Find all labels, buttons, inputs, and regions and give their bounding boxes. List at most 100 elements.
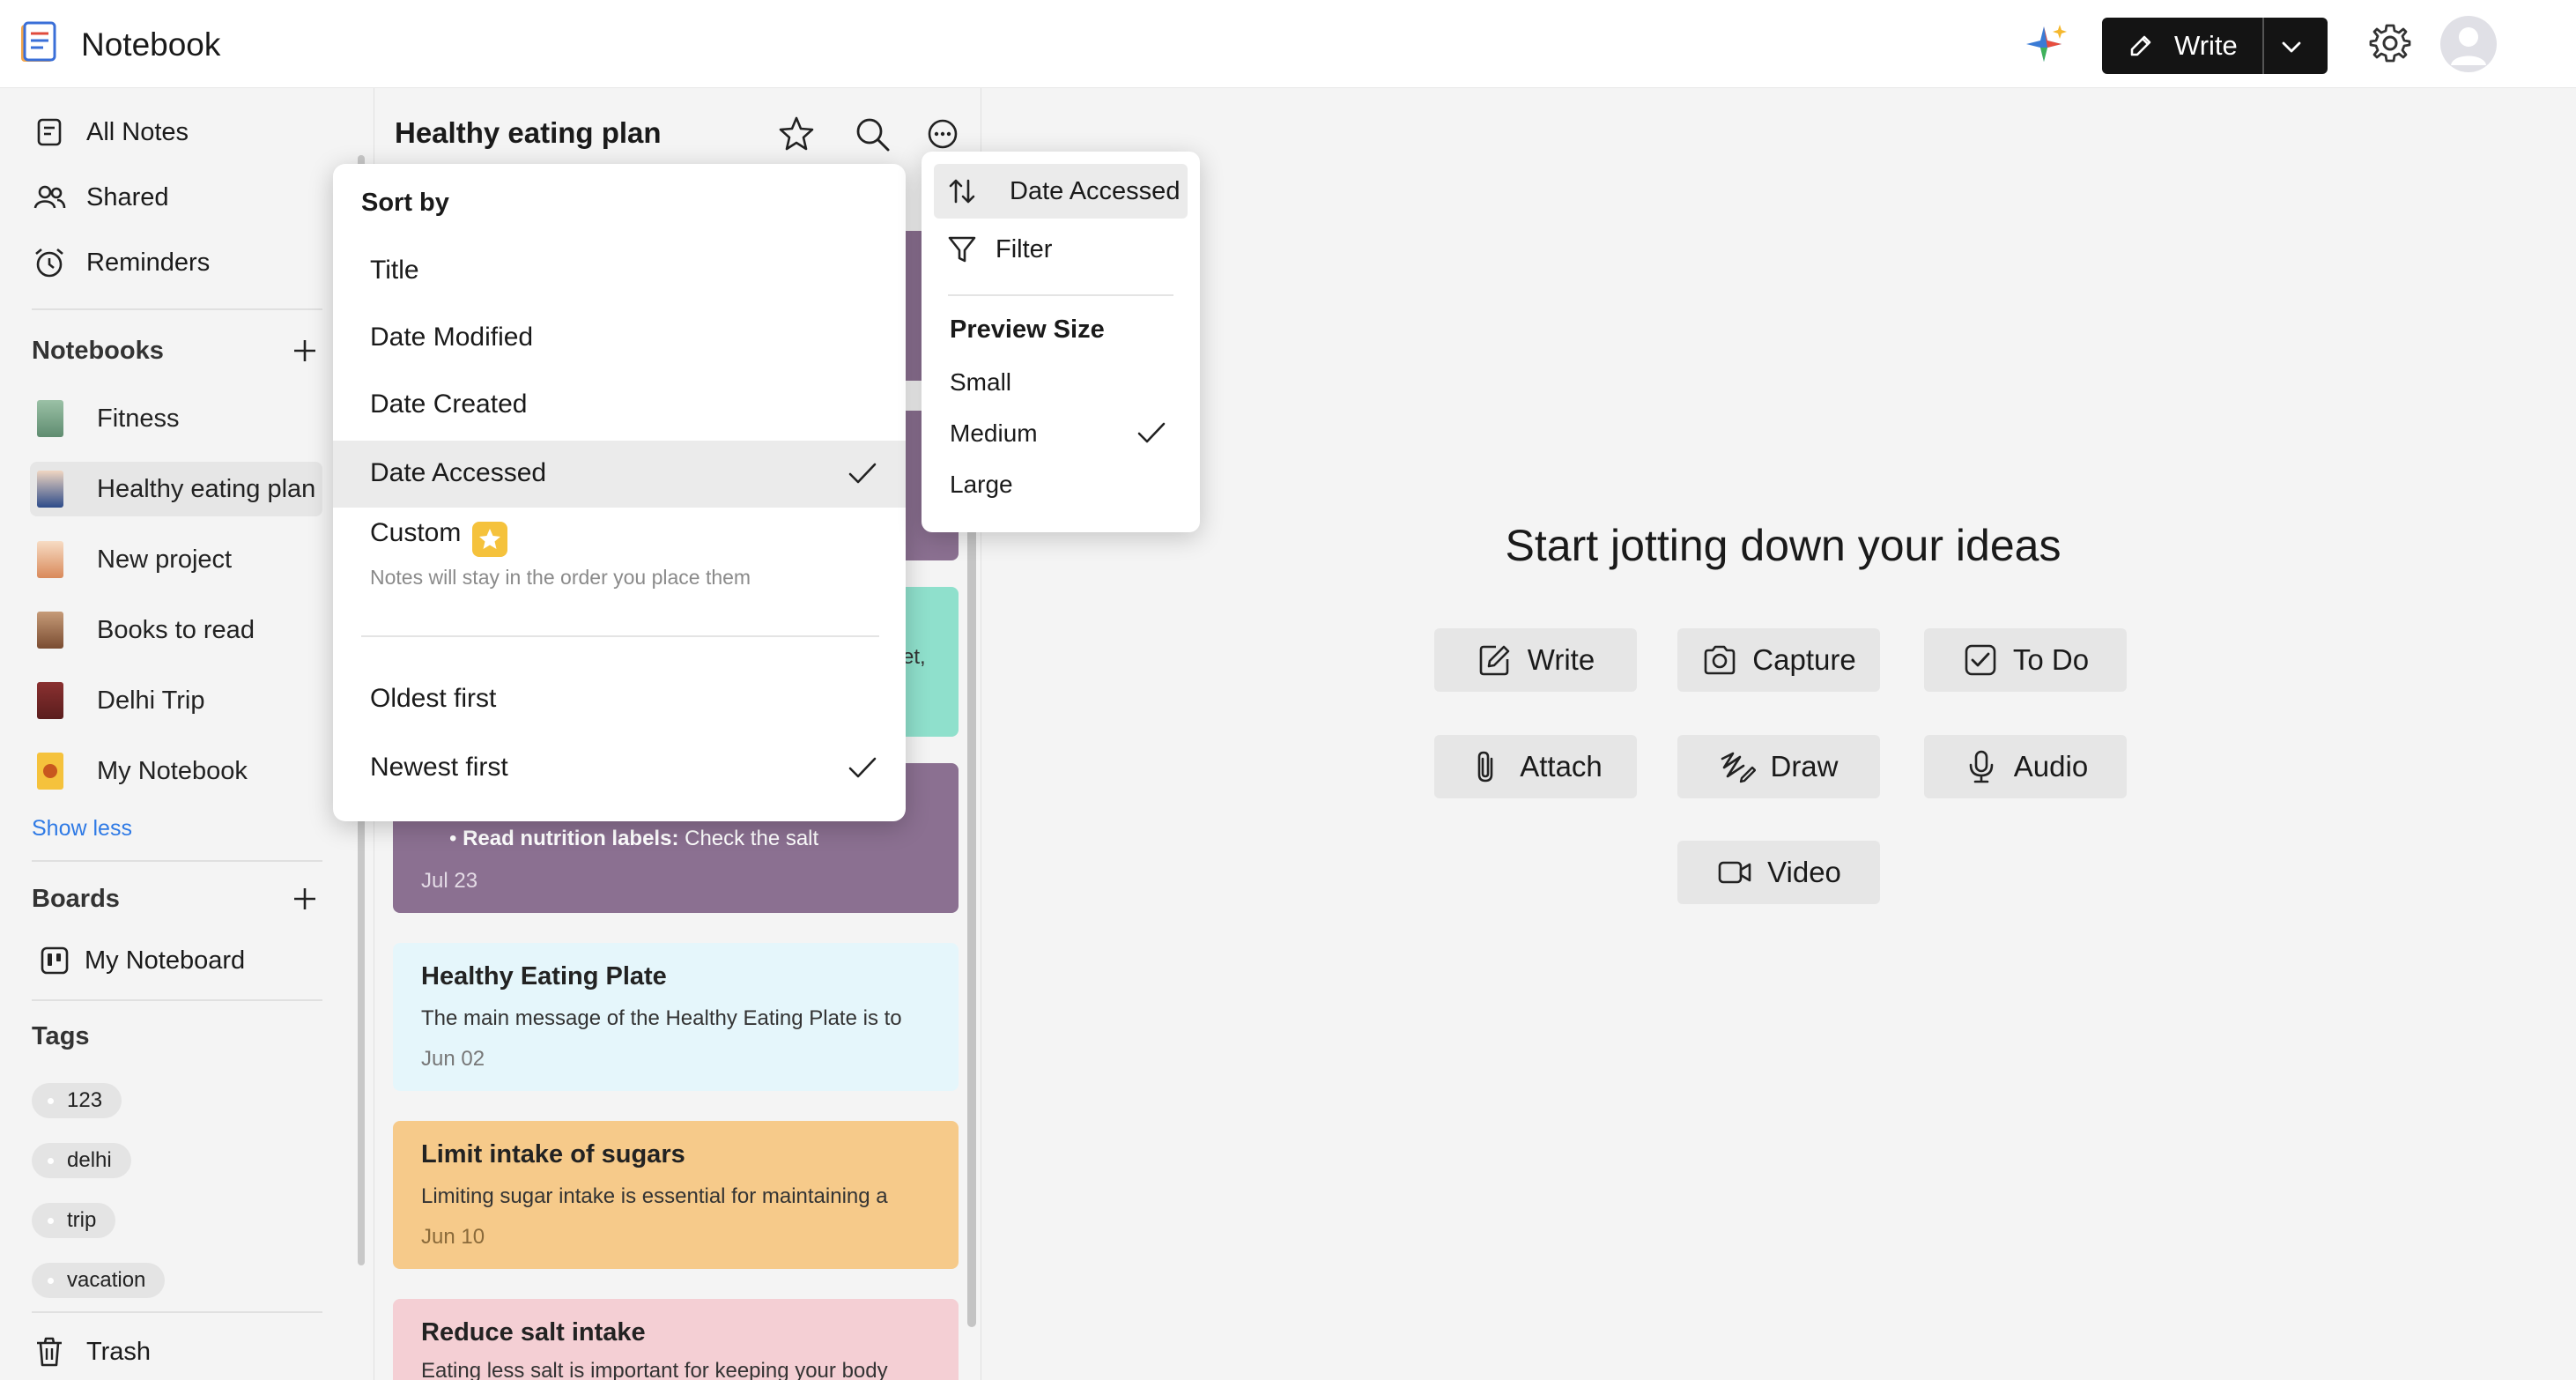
note-card[interactable]: Reduce salt intake Eating less salt is i… bbox=[393, 1299, 959, 1380]
board-item-my-noteboard[interactable]: My Noteboard bbox=[37, 936, 337, 985]
nav-label: Reminders bbox=[86, 248, 211, 277]
board-label: My Noteboard bbox=[85, 946, 246, 975]
menu-divider bbox=[948, 294, 1173, 296]
boards-heading: Boards bbox=[32, 885, 120, 913]
tag-chip[interactable]: 123 bbox=[32, 1083, 122, 1118]
sort-option-date-accessed[interactable]: Date Accessed bbox=[333, 441, 906, 508]
add-notebook-plus-icon[interactable] bbox=[287, 333, 322, 368]
preview-size-small[interactable]: Small bbox=[950, 368, 1011, 397]
sort-option-label: Date Accessed bbox=[370, 458, 547, 487]
sidebar-divider bbox=[32, 308, 322, 310]
scribble-icon bbox=[1719, 748, 1757, 785]
notebook-label: Fitness bbox=[97, 404, 180, 433]
edit-icon bbox=[2127, 32, 2155, 60]
filter-button[interactable]: Filter bbox=[934, 222, 1188, 277]
order-option-label: Newest first bbox=[370, 753, 508, 782]
ai-sparkle-icon[interactable] bbox=[2023, 19, 2070, 67]
user-avatar[interactable] bbox=[2440, 16, 2497, 72]
note-card-snippet-text: Check the salt bbox=[678, 827, 819, 850]
note-card[interactable]: Limit intake of sugars Limiting sugar in… bbox=[393, 1121, 959, 1269]
microphone-icon bbox=[1963, 748, 2000, 785]
checkmark-icon bbox=[1135, 416, 1168, 449]
note-card-date: Jul 23 bbox=[421, 869, 478, 893]
checkmark-icon bbox=[846, 456, 879, 490]
preview-size-large[interactable]: Large bbox=[950, 471, 1013, 499]
tags-heading: Tags bbox=[32, 1022, 90, 1050]
write-button-divider bbox=[2262, 18, 2264, 74]
notebook-label: Delhi Trip bbox=[97, 686, 205, 715]
quick-action-capture[interactable]: Capture bbox=[1677, 628, 1880, 692]
search-icon[interactable] bbox=[851, 113, 893, 155]
notebook-logo-icon bbox=[16, 19, 62, 65]
note-card-snippet-bold: Read nutrition labels: bbox=[463, 827, 679, 850]
quick-action-label: Write bbox=[1527, 643, 1595, 676]
checkbox-icon bbox=[1962, 642, 1999, 679]
quick-action-audio[interactable]: Audio bbox=[1924, 735, 2127, 798]
menu-divider bbox=[361, 635, 879, 637]
tag-chip[interactable]: vacation bbox=[32, 1263, 166, 1298]
sort-arrows-icon bbox=[946, 175, 978, 207]
tag-chip[interactable]: trip bbox=[32, 1203, 116, 1238]
sort-menu-title: Sort by bbox=[361, 189, 449, 217]
sidebar-divider bbox=[32, 999, 322, 1001]
alarm-icon bbox=[32, 245, 67, 280]
note-icon bbox=[32, 115, 67, 150]
write-button[interactable]: Write bbox=[2102, 18, 2328, 74]
paperclip-icon bbox=[1469, 748, 1506, 785]
sort-option-date-modified[interactable]: Date Modified bbox=[333, 305, 906, 372]
notebook-label: New project bbox=[97, 545, 233, 574]
tag-chip[interactable]: delhi bbox=[32, 1143, 131, 1178]
note-list-options-menu: Date Accessed Filter Preview Size Small … bbox=[922, 152, 1200, 532]
filter-label: Filter bbox=[996, 235, 1053, 263]
quick-action-write[interactable]: Write bbox=[1434, 628, 1637, 692]
notebook-item-my-notebook[interactable]: My Notebook bbox=[30, 744, 322, 798]
filter-funnel-icon bbox=[946, 234, 978, 265]
add-board-plus-icon[interactable] bbox=[287, 881, 322, 916]
top-bar: Notebook Write bbox=[0, 0, 2576, 88]
nav-all-notes[interactable]: All Notes bbox=[32, 108, 331, 157]
notebook-item-books-to-read[interactable]: Books to read bbox=[30, 603, 322, 657]
edit-icon bbox=[1477, 642, 1514, 679]
quick-action-label: Video bbox=[1767, 856, 1841, 888]
sort-option-date-created[interactable]: Date Created bbox=[333, 372, 906, 439]
show-less-link[interactable]: Show less bbox=[32, 816, 132, 842]
notebook-item-fitness[interactable]: Fitness bbox=[30, 391, 322, 446]
order-option-oldest-first[interactable]: Oldest first bbox=[333, 666, 906, 733]
note-card-snippet: • Read nutrition labels: Check the salt bbox=[449, 827, 819, 850]
notebook-item-healthy-eating-plan[interactable]: Healthy eating plan bbox=[30, 462, 322, 516]
quick-action-video[interactable]: Video bbox=[1677, 841, 1880, 904]
notebook-cover bbox=[37, 541, 63, 578]
more-options-icon[interactable] bbox=[922, 113, 964, 155]
chevron-down-icon[interactable] bbox=[2278, 33, 2305, 60]
sort-menu-trigger[interactable]: Date Accessed bbox=[934, 164, 1188, 219]
order-option-newest-first[interactable]: Newest first bbox=[333, 735, 906, 802]
quick-action-label: Audio bbox=[2013, 750, 2089, 783]
nav-shared[interactable]: Shared bbox=[32, 173, 331, 222]
nav-reminders[interactable]: Reminders bbox=[32, 238, 331, 287]
quick-action-attach[interactable]: Attach bbox=[1434, 735, 1637, 798]
notebook-item-delhi-trip[interactable]: Delhi Trip bbox=[30, 673, 322, 728]
trash-label: Trash bbox=[86, 1337, 152, 1366]
note-card-title: Reduce salt intake bbox=[421, 1318, 646, 1347]
preview-size-medium[interactable]: Medium bbox=[950, 419, 1038, 448]
quick-action-draw[interactable]: Draw bbox=[1677, 735, 1880, 798]
sort-menu-trigger-label: Date Accessed bbox=[1010, 177, 1181, 205]
trash-icon bbox=[32, 1334, 67, 1369]
preview-size-heading: Preview Size bbox=[950, 315, 1105, 344]
checkmark-icon bbox=[846, 751, 879, 784]
nav-label: All Notes bbox=[86, 117, 189, 146]
sort-option-label: Title bbox=[370, 256, 419, 285]
sort-option-title[interactable]: Title bbox=[333, 238, 906, 305]
editor-empty-area bbox=[983, 88, 2576, 1380]
star-icon[interactable] bbox=[775, 113, 818, 155]
note-card-date: Jun 10 bbox=[421, 1225, 485, 1249]
sidebar-divider bbox=[32, 1311, 322, 1313]
settings-gear-icon[interactable] bbox=[2368, 21, 2412, 65]
note-card-snippet: et, bbox=[902, 645, 926, 669]
notebook-item-new-project[interactable]: New project bbox=[30, 532, 322, 587]
notebook-cover bbox=[37, 471, 63, 508]
note-card[interactable]: Healthy Eating Plate The main message of… bbox=[393, 943, 959, 1091]
note-card-title: Limit intake of sugars bbox=[421, 1140, 685, 1169]
nav-trash[interactable]: Trash bbox=[32, 1327, 331, 1376]
quick-action-todo[interactable]: To Do bbox=[1924, 628, 2127, 692]
